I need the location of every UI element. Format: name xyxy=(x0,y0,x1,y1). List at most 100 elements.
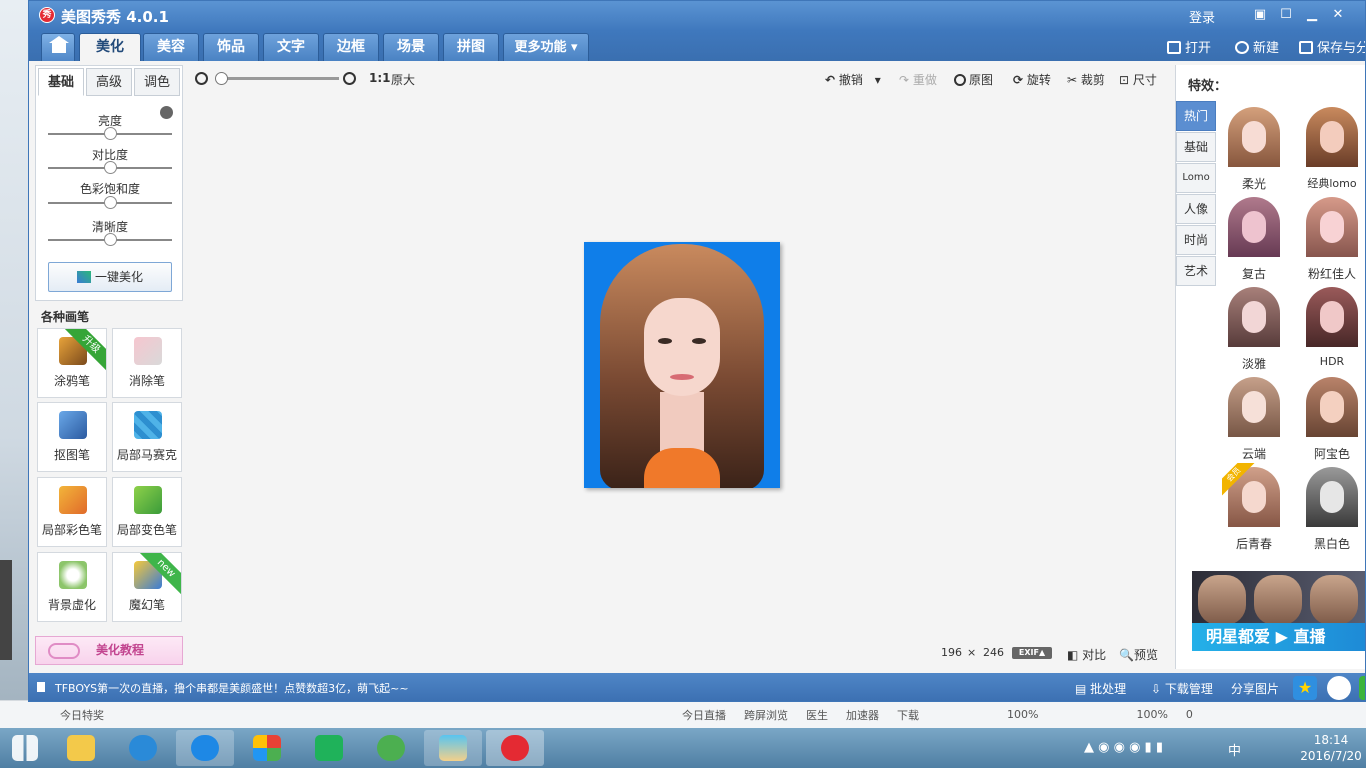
tab-border[interactable]: 边框 xyxy=(323,33,379,61)
effect-thumb-black-white[interactable] xyxy=(1300,463,1364,527)
effect-thumb-hdr[interactable] xyxy=(1300,283,1364,347)
category-hot[interactable]: 热门 xyxy=(1176,101,1216,131)
category-art[interactable]: 艺术 xyxy=(1176,256,1216,286)
rotate-button[interactable]: ⟳ 旋转 xyxy=(1013,71,1051,88)
taskbar-sogou[interactable] xyxy=(176,730,234,766)
new-button[interactable]: 新建 xyxy=(1235,37,1279,56)
home-tab[interactable] xyxy=(41,33,75,61)
tab-text[interactable]: 文字 xyxy=(263,33,319,61)
taskbar-meitu[interactable] xyxy=(486,730,544,766)
size-button[interactable]: ⊡ 尺寸 xyxy=(1119,71,1157,88)
weibo-icon[interactable] xyxy=(1327,676,1351,700)
effect-label: 黑白色 xyxy=(1313,537,1350,551)
taskbar-photo[interactable] xyxy=(424,730,482,766)
save-button[interactable]: 保存与分 xyxy=(1299,37,1365,56)
taskbar-ie[interactable] xyxy=(114,730,172,766)
zoom-in-icon[interactable] xyxy=(343,72,356,85)
sharpness-knob[interactable] xyxy=(104,233,117,246)
tab-beautify[interactable]: 美化 xyxy=(79,33,141,61)
original-button[interactable]: 原图 xyxy=(954,71,993,88)
original-size-button[interactable]: 原大 xyxy=(391,71,415,88)
undo-button[interactable]: ↶ 撤销 ▾ xyxy=(825,71,881,88)
tab-cosmetics[interactable]: 美容 xyxy=(143,33,199,61)
effect-thumb-soft-light[interactable] xyxy=(1222,103,1286,167)
photo-eye xyxy=(658,338,672,344)
thumb-face xyxy=(1320,481,1344,513)
compare-button[interactable]: ◧ 对比 xyxy=(1067,646,1106,663)
qzone-star-icon[interactable]: ★ xyxy=(1293,676,1317,700)
category-basic[interactable]: 基础 xyxy=(1176,132,1216,162)
saturation-knob[interactable] xyxy=(104,196,117,209)
one-key-beautify-button[interactable]: 一键美化 xyxy=(48,262,172,292)
category-fashion[interactable]: 时尚 xyxy=(1176,225,1216,255)
zoom-out-icon[interactable] xyxy=(195,72,208,85)
minimize-icon[interactable]: ▁ xyxy=(1303,6,1321,24)
downloads-button[interactable]: ⇩ 下载管理 xyxy=(1151,680,1213,697)
effect-thumb-cloud[interactable] xyxy=(1222,373,1286,437)
tool-cutout-pen[interactable]: 抠图笔 xyxy=(37,402,107,472)
clock[interactable]: 18:14 2016/7/20 xyxy=(1296,732,1366,764)
effect-label: 复古 xyxy=(1241,267,1266,281)
batch-button[interactable]: ▤ 批处理 xyxy=(1075,680,1126,697)
effect-thumb-pink-lady[interactable] xyxy=(1300,193,1364,257)
zoom-ratio[interactable]: 1:1 xyxy=(369,71,391,85)
tab-scene[interactable]: 场景 xyxy=(383,33,439,61)
tool-magic-pen[interactable]: new 魔幻笔 xyxy=(112,552,182,622)
subtab-color[interactable]: 调色 xyxy=(134,68,180,96)
taskbar-explorer[interactable] xyxy=(52,730,110,766)
effect-thumb-classic-lomo[interactable] xyxy=(1300,103,1364,167)
taskbar-360[interactable] xyxy=(362,730,420,766)
status-bar: TFBOYS第一次の直播，撸个串都是美颜盛世！点赞数超3亿，萌飞起~~ ▤ 批处… xyxy=(29,673,1365,701)
open-button[interactable]: 打开 xyxy=(1167,37,1211,56)
crop-button[interactable]: ✂ 裁剪 xyxy=(1067,71,1105,88)
effect-thumb-abao[interactable] xyxy=(1300,373,1364,437)
wechat-icon[interactable] xyxy=(1359,676,1365,700)
tutorial-button[interactable]: 美化教程 xyxy=(35,636,183,665)
effect-thumb-youth[interactable]: 会员 xyxy=(1222,463,1286,527)
effect-thumb-elegant[interactable] xyxy=(1222,283,1286,347)
login-link[interactable]: 登录 xyxy=(1189,7,1215,26)
tray-icons[interactable]: ▲ ◉ ◉ ◉ ▮ ▮ xyxy=(1084,740,1163,755)
subtab-basic[interactable]: 基础 xyxy=(38,68,84,96)
share-label: 分享图片 xyxy=(1231,682,1280,696)
start-button[interactable] xyxy=(0,730,50,766)
tool-eraser[interactable]: 消除笔 xyxy=(112,328,182,398)
category-lomo[interactable]: Lomo xyxy=(1176,163,1216,193)
close-icon[interactable]: ✕ xyxy=(1329,6,1347,24)
brightness-knob[interactable] xyxy=(104,127,117,140)
bg-item: 跨屏浏览 xyxy=(744,708,788,722)
zoom-slider[interactable] xyxy=(221,77,339,80)
chevron-down-icon[interactable]: ▾ xyxy=(875,73,881,87)
tool-background-blur[interactable]: 背景虚化 xyxy=(37,552,107,622)
ime-indicator[interactable]: 中 xyxy=(1228,740,1241,759)
tab-accessories[interactable]: 饰品 xyxy=(203,33,259,61)
size-label: 尺寸 xyxy=(1132,73,1157,87)
menu-icon[interactable]: ☐ xyxy=(1277,6,1295,24)
news-ticker[interactable]: TFBOYS第一次の直播，撸个串都是美颜盛世！点赞数超3亿，萌飞起~~ xyxy=(55,680,409,696)
tab-collage[interactable]: 拼图 xyxy=(443,33,499,61)
tool-color-pen[interactable]: 局部彩色笔 xyxy=(37,477,107,547)
rotate-icon: ⟳ xyxy=(1013,73,1024,87)
taskbar-store[interactable] xyxy=(238,730,296,766)
message-icon[interactable]: ▣ xyxy=(1251,6,1269,24)
preview-button[interactable]: 🔍预览 xyxy=(1119,646,1158,663)
zoom-knob[interactable] xyxy=(215,72,228,85)
subtab-advanced[interactable]: 高级 xyxy=(86,68,132,96)
thumb-face xyxy=(1242,301,1266,333)
tab-more[interactable]: 更多功能 ▾ xyxy=(503,33,589,61)
banner-person xyxy=(1310,575,1358,625)
photo-canvas[interactable] xyxy=(584,242,780,488)
tool-doodle-pen[interactable]: 升级 涂鸦笔 xyxy=(37,328,107,398)
exif-button[interactable]: EXIF▲ xyxy=(1012,647,1052,659)
banner-person xyxy=(1254,575,1302,625)
category-portrait[interactable]: 人像 xyxy=(1176,194,1216,224)
redo-button[interactable]: ↷ 重做 xyxy=(899,71,937,88)
effect-thumb-retro[interactable] xyxy=(1222,193,1286,257)
cutout-pen-icon xyxy=(59,411,87,439)
clock-date: 2016/7/20 xyxy=(1300,749,1362,763)
contrast-knob[interactable] xyxy=(104,161,117,174)
live-banner-ad[interactable]: 明星都爱 ▶ 直播 xyxy=(1192,571,1365,651)
tool-recolor-pen[interactable]: 局部变色笔 xyxy=(112,477,182,547)
tool-mosaic[interactable]: 局部马赛克 xyxy=(112,402,182,472)
taskbar-wps[interactable] xyxy=(300,730,358,766)
